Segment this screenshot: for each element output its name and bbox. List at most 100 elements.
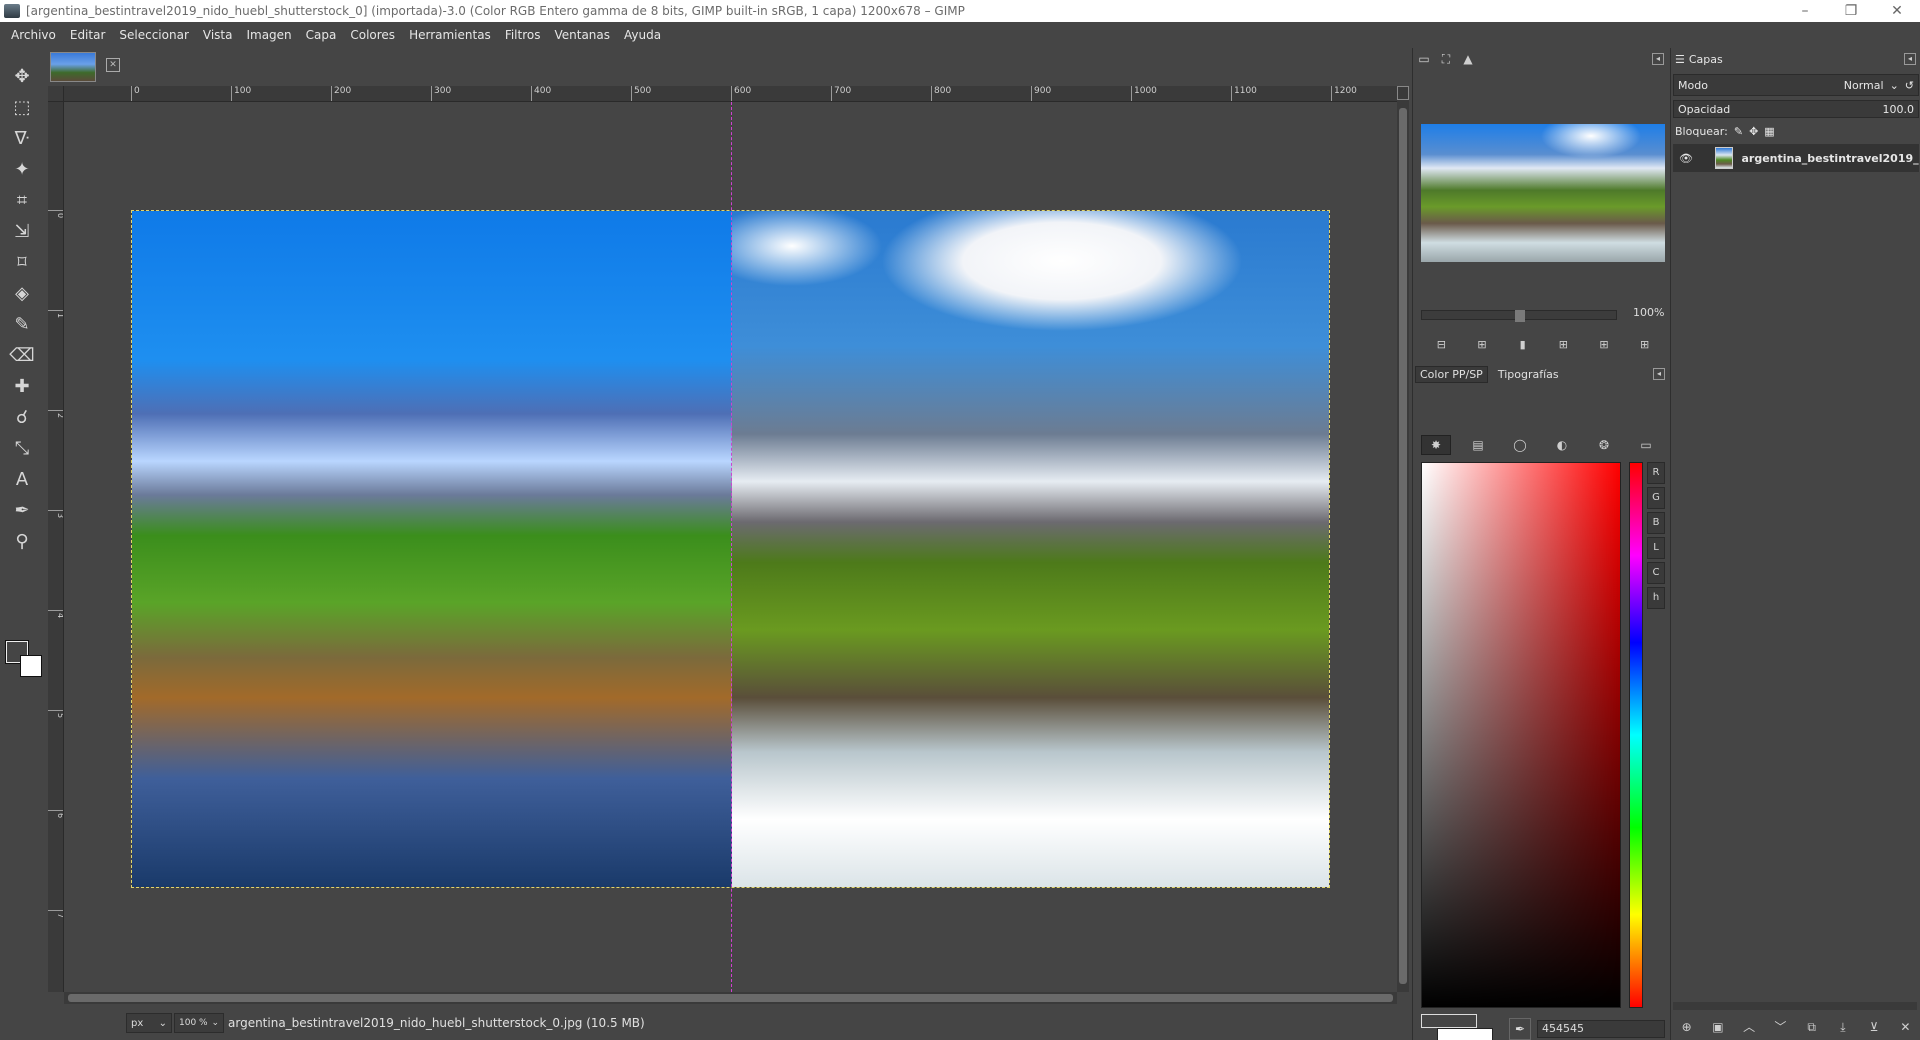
- zoom-out-icon[interactable]: ⊟: [1434, 338, 1448, 352]
- eraser-icon[interactable]: ⌫: [8, 341, 36, 369]
- navigation-tab-icon[interactable]: ⛶: [1439, 52, 1453, 66]
- horizontal-ruler[interactable]: 0 100 200 300 400 500 600 700 800 900 10…: [64, 86, 1397, 102]
- menu-vista[interactable]: Vista: [196, 28, 240, 42]
- tab-fonts[interactable]: Tipografías: [1494, 367, 1563, 382]
- image-canvas[interactable]: [64, 102, 1397, 992]
- menu-ventanas[interactable]: Ventanas: [547, 28, 617, 42]
- dock-menu-icon[interactable]: ◂: [1652, 53, 1664, 65]
- channel-b-button[interactable]: B: [1647, 512, 1665, 534]
- merge-layer-icon[interactable]: ⊻: [1866, 1019, 1882, 1035]
- layer-row[interactable]: 👁 argentina_bestintravel2019_nido_huebl_…: [1673, 144, 1919, 172]
- move-tool-icon[interactable]: ✥: [8, 62, 36, 90]
- color-saturation-value-area[interactable]: [1421, 462, 1621, 1008]
- eyedropper-icon[interactable]: ✒: [1509, 1018, 1531, 1040]
- fit-image-icon[interactable]: ⊞: [1556, 338, 1570, 352]
- dock-menu-icon[interactable]: ◂: [1653, 368, 1665, 380]
- undo-history-icon[interactable]: ▲: [1461, 52, 1475, 66]
- menu-archivo[interactable]: Archivo: [4, 28, 63, 42]
- zoom-select[interactable]: 100 % ⌄: [174, 1013, 224, 1033]
- background-color-swatch[interactable]: [20, 655, 42, 677]
- lock-pixels-icon[interactable]: ✎: [1734, 125, 1743, 138]
- crop-icon[interactable]: ⌗: [8, 186, 36, 214]
- duplicate-layer-icon[interactable]: ⧉: [1804, 1019, 1820, 1035]
- navigation-preview[interactable]: [1421, 124, 1665, 262]
- channel-c-button[interactable]: C: [1647, 562, 1665, 584]
- scroll-thumb[interactable]: [68, 994, 1393, 1002]
- opacity-row[interactable]: Opacidad 100.0: [1673, 100, 1919, 118]
- bucket-fill-icon[interactable]: ◈: [8, 279, 36, 307]
- ruler-corner[interactable]: [48, 86, 64, 102]
- visibility-eye-icon[interactable]: 👁: [1679, 152, 1693, 165]
- menu-colores[interactable]: Colores: [343, 28, 402, 42]
- zoom-slider[interactable]: [1421, 310, 1617, 322]
- lock-position-icon[interactable]: ✥: [1749, 125, 1758, 138]
- fuzzy-select-icon[interactable]: ✦: [8, 155, 36, 183]
- gimp-selector-icon[interactable]: ✸: [1421, 435, 1451, 455]
- minimize-button[interactable]: –: [1782, 0, 1828, 22]
- display-icon[interactable]: ▭: [1417, 52, 1431, 66]
- vertical-scrollbar[interactable]: [1397, 86, 1409, 992]
- menu-herramientas[interactable]: Herramientas: [402, 28, 498, 42]
- channel-l-button[interactable]: L: [1647, 537, 1665, 559]
- zoom-icon[interactable]: ⚲: [8, 527, 36, 555]
- layers-horizontal-scrollbar[interactable]: [1673, 1002, 1917, 1010]
- lasso-icon[interactable]: ᐍ: [8, 124, 36, 152]
- chevron-down-icon[interactable]: ⌄: [1890, 79, 1899, 92]
- channel-h-button[interactable]: h: [1647, 587, 1665, 609]
- cmyk-selector-icon[interactable]: ▤: [1463, 435, 1493, 455]
- warp-icon[interactable]: ⌑: [8, 248, 36, 276]
- text-tool-icon[interactable]: A: [8, 465, 36, 493]
- layer-thumbnail[interactable]: [1714, 147, 1734, 169]
- fg-bg-mini-swatches[interactable]: [1421, 1014, 1495, 1040]
- menu-filtros[interactable]: Filtros: [498, 28, 548, 42]
- mode-select[interactable]: Normal: [1844, 79, 1884, 92]
- menu-imagen[interactable]: Imagen: [239, 28, 298, 42]
- transform-icon[interactable]: ⇲: [8, 217, 36, 245]
- hex-value-field[interactable]: 454545: [1537, 1020, 1665, 1038]
- navigate-icon[interactable]: [1397, 86, 1409, 100]
- tab-color-fg-bg[interactable]: Color PP/SP: [1415, 365, 1488, 383]
- paintbrush-icon[interactable]: ✎: [8, 310, 36, 338]
- channel-g-button[interactable]: G: [1647, 487, 1665, 509]
- smudge-icon[interactable]: ☌: [8, 403, 36, 431]
- new-layer-icon[interactable]: ⊕: [1679, 1019, 1695, 1035]
- watercolor-selector-icon[interactable]: ❂: [1589, 435, 1619, 455]
- shrink-wrap-icon[interactable]: ⊞: [1638, 338, 1652, 352]
- lock-alpha-icon[interactable]: ▦: [1764, 125, 1774, 138]
- scroll-thumb[interactable]: [1399, 108, 1407, 984]
- image-tab-thumbnail[interactable]: [50, 52, 96, 82]
- fill-window-icon[interactable]: ⊞: [1597, 338, 1611, 352]
- menu-editar[interactable]: Editar: [63, 28, 113, 42]
- tab-layers[interactable]: ☰ Capas: [1675, 50, 1723, 68]
- triangle-selector-icon[interactable]: ◯: [1505, 435, 1535, 455]
- anchor-layer-icon[interactable]: ⤓: [1835, 1019, 1851, 1035]
- heal-icon[interactable]: ✚: [8, 372, 36, 400]
- zoom-in-icon[interactable]: ⊞: [1475, 338, 1489, 352]
- wheel-selector-icon[interactable]: ◐: [1547, 435, 1577, 455]
- restore-button[interactable]: ❐: [1828, 0, 1874, 22]
- menu-seleccionar[interactable]: Seleccionar: [112, 28, 195, 42]
- mode-reset-icon[interactable]: ↺: [1905, 79, 1914, 92]
- delete-layer-icon[interactable]: ✕: [1897, 1019, 1913, 1035]
- vertical-ruler[interactable]: 0 1 2 3 4 5 6 7: [48, 102, 64, 992]
- rect-select-icon[interactable]: ⬚: [8, 93, 36, 121]
- background-color-swatch[interactable]: [1437, 1028, 1493, 1040]
- fg-bg-colors[interactable]: [5, 640, 44, 679]
- layer-name[interactable]: argentina_bestintravel2019_nido_huebl_sh…: [1741, 152, 1919, 165]
- color-picker-icon[interactable]: ✒: [8, 496, 36, 524]
- new-layer-group-icon[interactable]: ▣: [1710, 1019, 1726, 1035]
- vertical-guide-line[interactable]: [731, 102, 732, 992]
- opacity-value[interactable]: 100.0: [1883, 103, 1915, 116]
- channel-r-button[interactable]: R: [1647, 462, 1665, 484]
- paths-icon[interactable]: ⤡: [8, 434, 36, 462]
- raise-layer-icon[interactable]: ︿: [1741, 1019, 1757, 1035]
- menu-capa[interactable]: Capa: [299, 28, 344, 42]
- foreground-color-swatch[interactable]: [1421, 1014, 1477, 1028]
- menu-ayuda[interactable]: Ayuda: [617, 28, 668, 42]
- scales-selector-icon[interactable]: ▭: [1631, 435, 1661, 455]
- hue-strip[interactable]: [1629, 462, 1643, 1008]
- tab-close-icon[interactable]: ✕: [106, 58, 120, 72]
- unit-select[interactable]: px ⌄: [126, 1013, 172, 1033]
- close-window-button[interactable]: ✕: [1874, 0, 1920, 22]
- horizontal-scrollbar[interactable]: [64, 992, 1397, 1004]
